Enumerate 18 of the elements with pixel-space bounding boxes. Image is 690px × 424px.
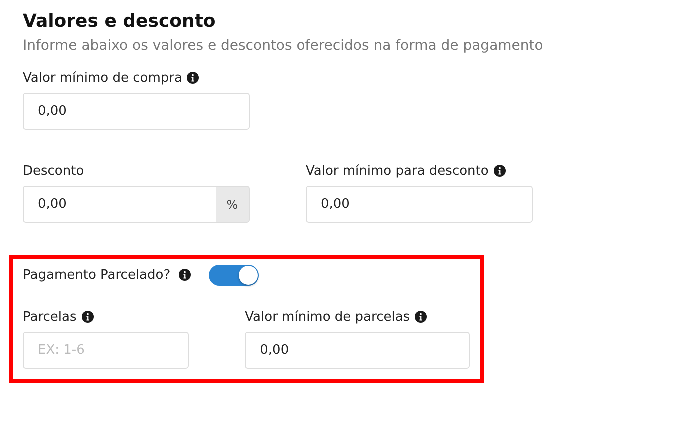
info-icon[interactable] xyxy=(187,72,200,84)
info-icon[interactable] xyxy=(82,311,94,323)
toggle-switch[interactable] xyxy=(208,264,259,286)
toggle-label: Pagamento Parcelado? xyxy=(23,268,171,282)
info-icon[interactable] xyxy=(415,311,428,323)
section-title: Valores e desconto xyxy=(23,11,217,33)
input-field[interactable]: 0,00 xyxy=(245,332,470,369)
input-field[interactable]: 0,00 xyxy=(23,93,250,130)
info-icon[interactable] xyxy=(178,269,191,281)
section-subtitle: Informe abaixo os valores e descontos oferecidos na forma de pagamento xyxy=(23,37,544,55)
field-label: Valor mínimo de parcelas xyxy=(245,310,410,324)
field-label: Parcelas xyxy=(23,310,77,324)
input-field[interactable]: EX: 1-6 xyxy=(23,332,190,369)
input-field[interactable]: 0,00 xyxy=(306,186,533,223)
info-icon[interactable] xyxy=(494,165,506,177)
field-label: Valor mínimo de compra xyxy=(23,70,182,86)
field-label: Valor mínimo para desconto xyxy=(306,164,489,178)
field-label: Desconto xyxy=(23,164,84,178)
